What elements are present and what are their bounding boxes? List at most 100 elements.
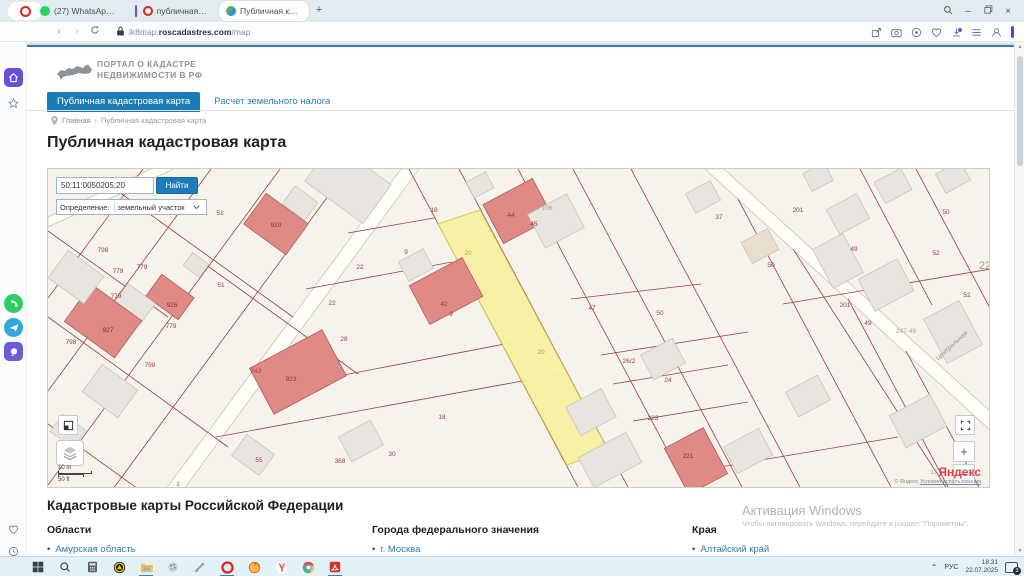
- parcel-number-label: 798: [66, 339, 77, 346]
- sidebar-item-bookmarks[interactable]: [4, 94, 23, 113]
- region-link[interactable]: Амурская область: [55, 544, 135, 555]
- extensions-icon[interactable]: [971, 27, 982, 38]
- parcel-number-label: 37: [715, 214, 723, 221]
- parcel-number-label: 223: [648, 415, 659, 422]
- taskbar-acrobat[interactable]: [327, 559, 343, 575]
- breadcrumb-home[interactable]: Главная: [62, 116, 91, 125]
- taskbar-paint3d[interactable]: [192, 559, 208, 575]
- pin-icon: [51, 116, 58, 125]
- sidebar-toggle[interactable]: [1011, 26, 1014, 38]
- forward-button[interactable]: ›: [68, 26, 86, 37]
- tab-search-icon[interactable]: [938, 5, 958, 18]
- lock-icon[interactable]: [116, 23, 125, 41]
- parcel-number-label: 798: [98, 247, 109, 254]
- bookmark-heart-icon[interactable]: [931, 27, 942, 38]
- close-button[interactable]: ×: [998, 6, 1018, 17]
- nav-divider: [27, 110, 1014, 111]
- terms-link[interactable]: Условия использования: [920, 479, 981, 485]
- sidebar-item-whatsapp[interactable]: [4, 294, 23, 313]
- cadastral-map[interactable]: 5151798798798779779779779920925927923222…: [48, 169, 990, 488]
- measure-tool-button[interactable]: [58, 415, 78, 435]
- snapshot-icon[interactable]: [891, 27, 902, 38]
- parcel-number-label: 923: [286, 376, 297, 383]
- parcel-number-label: 13: [930, 469, 938, 476]
- parcel-number-label: 51: [216, 210, 224, 217]
- parcel-number-label: 221: [683, 453, 694, 460]
- page-content: ПОРТАЛ О КАДАСТРЕ НЕДВИЖИМОСТИ В РФ Публ…: [27, 42, 1014, 556]
- scrollbar-thumb[interactable]: [1017, 56, 1023, 166]
- region-link[interactable]: Алтайский край: [700, 544, 769, 555]
- tab-cadastre-2-active[interactable]: Публичная кадастровая: [219, 1, 309, 21]
- taskbar-paint[interactable]: [165, 559, 181, 575]
- parcel-number-label: 55: [255, 457, 263, 464]
- taskbar-app-yellow[interactable]: [111, 559, 127, 575]
- share-icon[interactable]: [871, 27, 882, 38]
- sidebar-item-telegram[interactable]: [4, 318, 23, 337]
- scroll-up-arrow[interactable]: ▲: [1015, 44, 1024, 50]
- parcel-number-label: 18: [430, 207, 438, 214]
- parcel-number-label: 779: [113, 268, 124, 275]
- taskbar-search[interactable]: [57, 559, 73, 575]
- new-tab-button[interactable]: +: [312, 4, 326, 18]
- taskbar-opera[interactable]: [219, 559, 235, 575]
- minimize-button[interactable]: –: [958, 6, 978, 17]
- restore-button[interactable]: [978, 5, 998, 17]
- column-title: Города федерального значения: [372, 524, 539, 536]
- taskbar-chrome[interactable]: [300, 559, 316, 575]
- map-favicon: [226, 6, 236, 16]
- download-icon[interactable]: [951, 27, 962, 38]
- filter-control[interactable]: Определение: земельный участок: [56, 199, 207, 215]
- sidebar-item-speed-dial[interactable]: [4, 68, 23, 87]
- map-scale: 10 m 50 ft: [58, 465, 92, 483]
- filter-select[interactable]: земельный участок: [114, 203, 203, 212]
- language-indicator[interactable]: РУС: [944, 564, 958, 571]
- notification-icon[interactable]: 3: [1005, 562, 1018, 573]
- back-button[interactable]: ‹: [50, 26, 68, 37]
- parcel-number-label: 779: [137, 264, 148, 271]
- opera-logo-icon: [20, 6, 31, 17]
- taskbar-firefox[interactable]: [246, 559, 262, 575]
- whatsapp-favicon: [40, 6, 50, 16]
- tab-cadastre-1[interactable]: публичная кадастровая: [128, 1, 216, 21]
- url-text[interactable]: ik8map.roscadastres.com/map: [129, 27, 250, 37]
- nav-tab-public-map[interactable]: Публичная кадастровая карта: [47, 92, 200, 112]
- windows-taskbar: ⌃ РУС 18:3122.07.2025 3: [0, 556, 1024, 576]
- tray-expand-chevron[interactable]: ⌃: [931, 563, 938, 572]
- filter-label: Определение:: [60, 203, 110, 212]
- region-link[interactable]: г. Москва: [380, 544, 420, 555]
- parcel-number-label: 925: [167, 302, 178, 309]
- taskbar-yandex-browser[interactable]: [273, 559, 289, 575]
- sidebar-item-likes[interactable]: [4, 520, 23, 539]
- fullscreen-button[interactable]: [955, 415, 975, 435]
- parcel-number-label: 20: [464, 250, 472, 257]
- parcel-number-label: 927: [103, 327, 114, 334]
- column-oblasti: Области Амурская область: [47, 524, 136, 555]
- layers-button[interactable]: [56, 440, 84, 466]
- parcel-number-label: 920: [271, 222, 282, 229]
- opera-sidebar: [0, 42, 27, 556]
- screen: (27) WhatsApp Business публичная кадастр…: [0, 0, 1024, 576]
- parcel-number-label: 50: [942, 209, 950, 216]
- page-scrollbar[interactable]: ▲ ▼: [1014, 42, 1024, 556]
- parcel-number-label: 779: [111, 293, 122, 300]
- yandex-logo[interactable]: Яндекс: [938, 465, 981, 479]
- taskbar-calculator[interactable]: [84, 559, 100, 575]
- taskbar-start[interactable]: [30, 559, 46, 575]
- taskbar-explorer[interactable]: [138, 559, 154, 575]
- reload-button[interactable]: [86, 25, 104, 38]
- scroll-down-arrow[interactable]: ▼: [1015, 548, 1024, 554]
- sidebar-item-messenger[interactable]: [4, 342, 23, 361]
- parcel-number-label: 243: [251, 368, 262, 375]
- search-submit-button[interactable]: Найти: [156, 177, 198, 194]
- zoom-in-button[interactable]: +: [953, 441, 975, 462]
- clock[interactable]: 18:3122.07.2025: [965, 559, 998, 575]
- parcel-number-label: 44: [507, 212, 515, 219]
- profile-icon[interactable]: [991, 27, 1002, 38]
- parcel-number-label: 51: [217, 282, 225, 289]
- map-canvas[interactable]: 5151798798798779779779779920925927923222…: [47, 168, 990, 488]
- parcel-number-label: 26/2: [623, 358, 636, 365]
- cadastral-number-input[interactable]: [56, 177, 154, 194]
- wallet-icon[interactable]: [911, 27, 922, 38]
- tab-whatsapp[interactable]: (27) WhatsApp Business: [33, 1, 125, 21]
- nav-tab-land-tax[interactable]: Расчет земельного налога: [200, 92, 344, 112]
